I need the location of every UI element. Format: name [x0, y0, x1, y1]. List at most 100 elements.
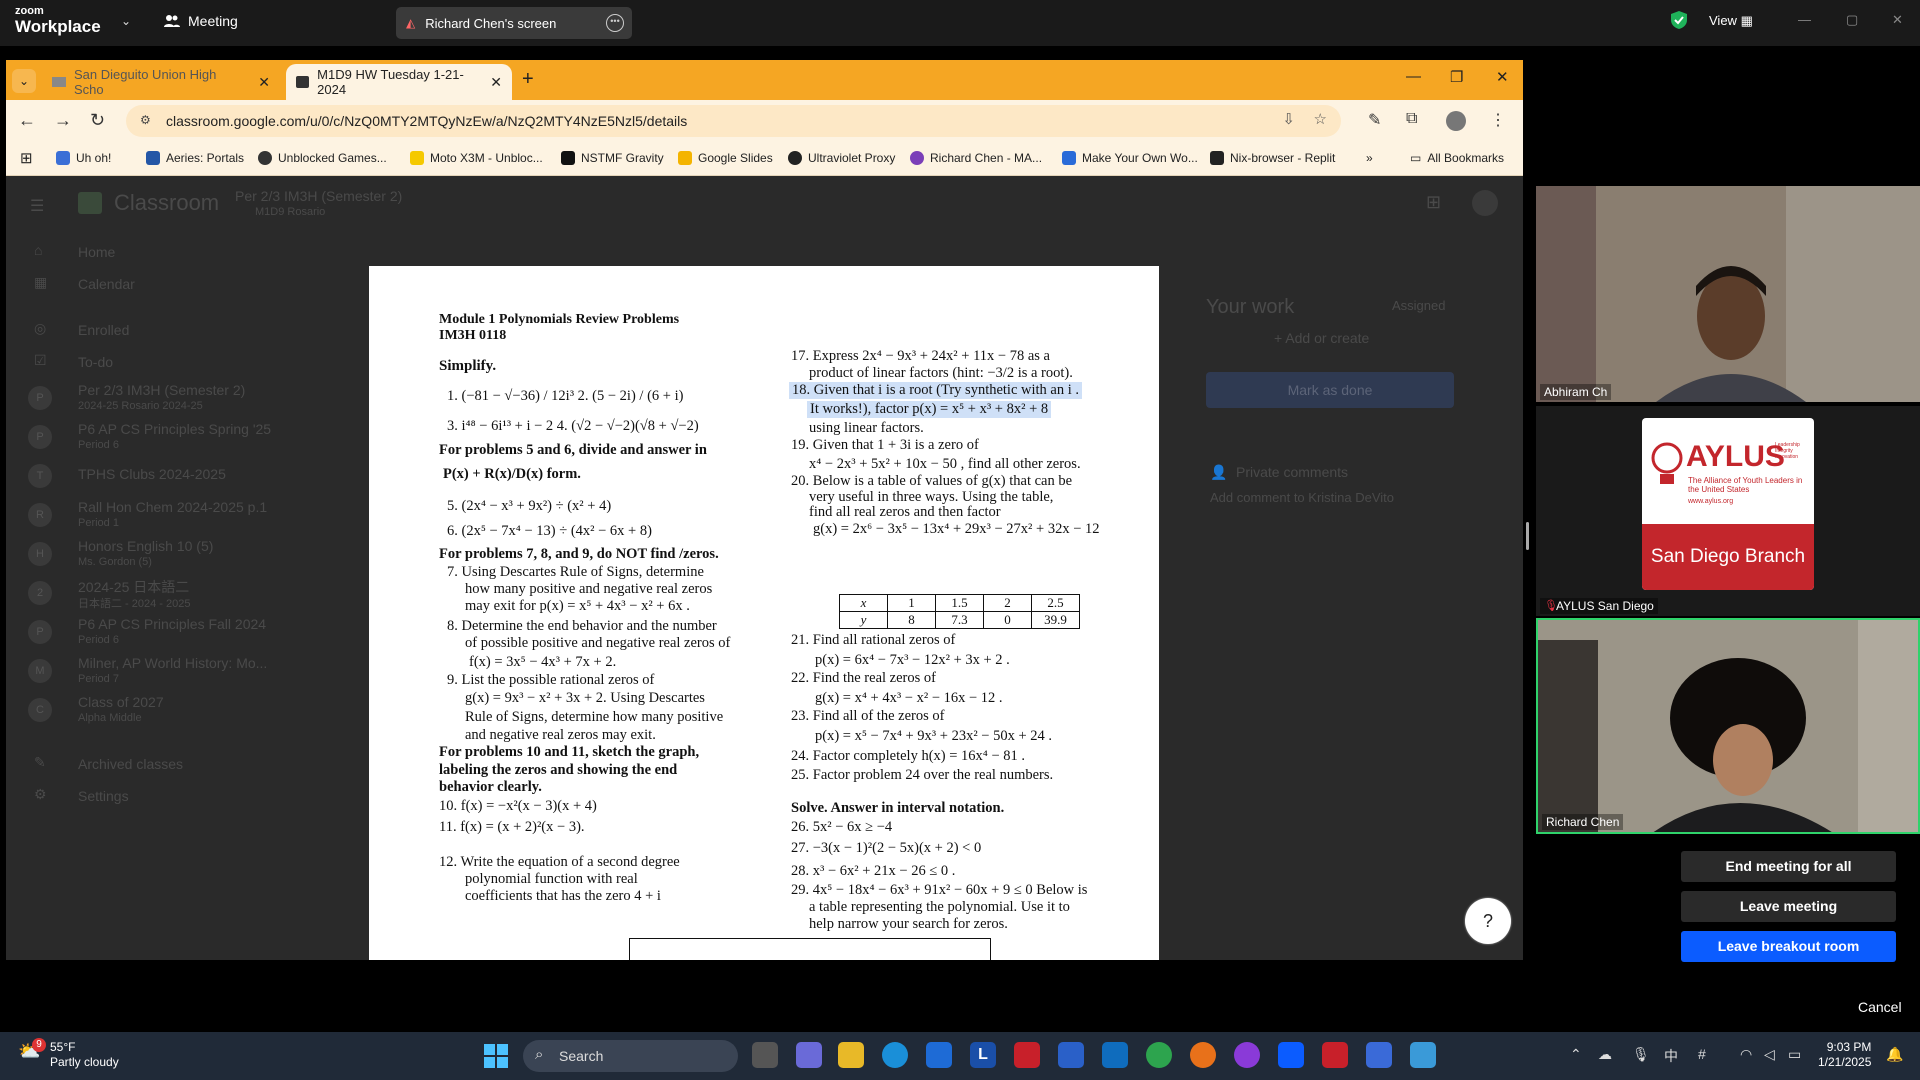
onedrive-icon[interactable]: ☁	[1598, 1046, 1612, 1063]
battery-icon[interactable]: ▭	[1788, 1046, 1801, 1063]
course-item[interactable]: P6 AP CS Principles Fall 2024	[78, 616, 266, 632]
store-icon[interactable]	[926, 1042, 952, 1068]
more-icon[interactable]: •••	[606, 14, 624, 32]
chrome-profile-2-icon[interactable]	[1234, 1042, 1260, 1068]
mcafee-icon[interactable]	[1014, 1042, 1040, 1068]
minimize-icon[interactable]: —	[1798, 12, 1811, 27]
menu-dots-icon[interactable]: ⋮	[1490, 110, 1506, 130]
course-title[interactable]: Per 2/3 IM3H (Semester 2)	[235, 188, 402, 204]
course-item[interactable]: 2024-25 日本語二	[78, 577, 189, 597]
apps-icon[interactable]: ⊞	[20, 149, 33, 167]
course-item[interactable]: Honors English 10 (5)	[78, 538, 213, 554]
course-item[interactable]: Milner, AP World History: Mo...	[78, 655, 267, 671]
app-icon[interactable]	[1410, 1042, 1436, 1068]
course-item[interactable]: Per 2/3 IM3H (Semester 2)	[78, 382, 245, 398]
participant-tile-active[interactable]: Richard Chen	[1536, 618, 1920, 834]
course-item[interactable]: P6 AP CS Principles Spring '25	[78, 421, 271, 437]
all-bookmarks[interactable]: ▭ All Bookmarks	[1410, 151, 1504, 165]
close-icon[interactable]: ✕	[1496, 68, 1509, 86]
panel-resize-handle[interactable]	[1526, 522, 1529, 550]
security-app-icon[interactable]	[1322, 1042, 1348, 1068]
site-info-icon[interactable]: ⚙	[140, 113, 151, 127]
reload-icon[interactable]: ↻	[90, 110, 105, 131]
tab-classroom[interactable]: M1D9 HW Tuesday 1-21-2024 ✕	[286, 64, 512, 100]
bookmark-7[interactable]: Ultraviolet Proxy	[788, 151, 895, 165]
bookmark-9[interactable]: Make Your Own Wo...	[1062, 151, 1198, 165]
apps-grid-icon[interactable]: ⊞	[1426, 192, 1441, 213]
view-button[interactable]: View ▦	[1709, 13, 1753, 29]
meeting-button[interactable]: Meeting	[164, 13, 238, 29]
edge-icon[interactable]	[882, 1042, 908, 1068]
course-item[interactable]: TPHS Clubs 2024-2025	[78, 466, 226, 482]
volume-icon[interactable]: ◁	[1764, 1046, 1775, 1063]
outlook-icon[interactable]	[1102, 1042, 1128, 1068]
help-button[interactable]: ?	[1465, 898, 1511, 944]
chevron-up-icon[interactable]: ⌃	[1570, 1046, 1582, 1063]
dropbox-icon[interactable]	[1058, 1042, 1084, 1068]
bookmark-8[interactable]: Richard Chen - MA...	[910, 151, 1042, 165]
restore-icon[interactable]: ❐	[1450, 68, 1463, 86]
bookmark-10[interactable]: Nix-browser - Replit	[1210, 151, 1335, 165]
bookmark-3[interactable]: Unblocked Games...	[258, 151, 387, 165]
bookmark-6[interactable]: Google Slides	[678, 151, 773, 165]
course-item[interactable]: Rall Hon Chem 2024-2025 p.1	[78, 499, 267, 515]
more-bookmarks-icon[interactable]: »	[1366, 151, 1373, 165]
new-tab-icon[interactable]: +	[522, 68, 534, 91]
shield-icon[interactable]	[1671, 11, 1687, 29]
cancel-button[interactable]: Cancel	[1858, 999, 1902, 1015]
windows-start-icon[interactable]	[484, 1044, 508, 1068]
maximize-icon[interactable]: ▢	[1846, 12, 1858, 28]
bookmark-1[interactable]: Uh oh!	[56, 151, 111, 165]
zoom-taskbar-icon[interactable]	[1278, 1042, 1304, 1068]
nav-calendar[interactable]: Calendar	[78, 276, 135, 292]
taskbar-clock[interactable]: 9:03 PM 1/21/2025	[1818, 1040, 1871, 1070]
leave-breakout-room-button[interactable]: Leave breakout room	[1681, 931, 1896, 962]
tab-sduhsd[interactable]: San Dieguito Union High Scho ✕	[42, 64, 280, 100]
address-bar[interactable]: ⚙ classroom.google.com/u/0/c/NzQ0MTY2MTQ…	[126, 105, 1341, 137]
add-or-create-button[interactable]: + Add or create	[1274, 330, 1369, 346]
close-tab-icon[interactable]: ✕	[490, 74, 502, 91]
bookmark-4[interactable]: Moto X3M - Unbloc...	[410, 151, 543, 165]
mark-as-done-button[interactable]: Mark as done	[1206, 372, 1454, 408]
weather-widget[interactable]: ⛅ 9 55°F Partly cloudy	[18, 1038, 119, 1070]
nav-home[interactable]: Home	[78, 244, 115, 260]
account-avatar[interactable]	[1472, 190, 1498, 216]
forward-icon[interactable]: →	[54, 110, 72, 131]
install-icon[interactable]: ⇩	[1282, 110, 1295, 128]
chrome-icon[interactable]	[1146, 1042, 1172, 1068]
mic-icon[interactable]: 🎙	[1632, 1046, 1650, 1063]
pen-icon[interactable]: ✎	[1368, 110, 1381, 130]
profile-avatar[interactable]	[1446, 111, 1466, 131]
bookmark-5[interactable]: NSTMF Gravity	[561, 151, 664, 165]
nav-archived[interactable]: Archived classes	[78, 756, 183, 772]
wifi-icon[interactable]: ◠	[1740, 1046, 1752, 1063]
file-explorer-icon[interactable]	[838, 1042, 864, 1068]
back-icon[interactable]: ←	[18, 110, 36, 131]
course-item[interactable]: Class of 2027	[78, 694, 164, 710]
chrome-profile-icon[interactable]	[1190, 1042, 1216, 1068]
close-icon[interactable]: ✕	[1892, 12, 1903, 28]
end-meeting-for-all-button[interactable]: End meeting for all	[1681, 851, 1896, 882]
lexia-icon[interactable]: L	[970, 1042, 996, 1068]
chevron-down-icon[interactable]: ⌄	[121, 14, 131, 28]
taskbar-search[interactable]: ⌕ Search	[523, 1040, 738, 1072]
ime-mode-icon[interactable]: #	[1698, 1046, 1706, 1062]
extensions-icon[interactable]: ⧉	[1406, 110, 1417, 128]
nav-todo[interactable]: To-do	[78, 354, 113, 370]
add-comment-input[interactable]: Add comment to Kristina DeVito	[1210, 490, 1394, 505]
minimize-icon[interactable]: —	[1406, 68, 1421, 85]
task-view-icon[interactable]	[752, 1042, 778, 1068]
close-tab-icon[interactable]: ✕	[258, 74, 270, 91]
leave-meeting-button[interactable]: Leave meeting	[1681, 891, 1896, 922]
snipping-icon[interactable]	[1366, 1042, 1392, 1068]
bookmark-2[interactable]: Aeries: Portals	[146, 151, 244, 165]
hamburger-icon[interactable]: ☰	[30, 196, 44, 216]
participant-tile[interactable]: AYLUS Leadership Integrity Innovation Th…	[1536, 406, 1920, 616]
copilot-icon[interactable]	[796, 1042, 822, 1068]
nav-settings[interactable]: Settings	[78, 788, 129, 804]
participant-tile[interactable]: Abhiram Ch	[1536, 186, 1920, 402]
bookmark-star-icon[interactable]: ☆	[1314, 110, 1327, 128]
notifications-bell-icon[interactable]: 🔔	[1886, 1046, 1903, 1063]
ime-indicator[interactable]: 中	[1664, 1046, 1678, 1066]
nav-enrolled[interactable]: Enrolled	[78, 322, 129, 338]
